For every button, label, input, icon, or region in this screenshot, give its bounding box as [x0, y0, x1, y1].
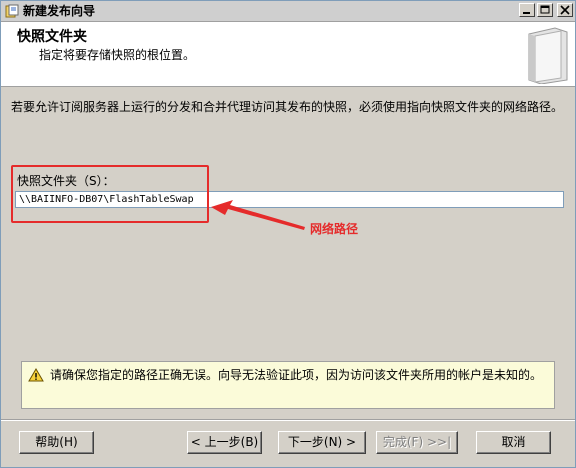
close-button[interactable] [557, 3, 573, 17]
minimize-icon [523, 12, 530, 14]
back-button[interactable]: < 上一步(B) [187, 431, 262, 454]
cancel-button[interactable]: 取消 [476, 431, 551, 454]
maximize-icon [540, 5, 550, 14]
page-subtitle: 指定将要存储快照的根位置。 [39, 48, 196, 62]
page-title: 快照文件夹 [17, 29, 87, 45]
button-separator [1, 419, 575, 421]
warning-text: 请确保您指定的路径正确无误。向导无法验证此项，因为访问该文件夹所用的帐户是未知的… [50, 368, 543, 382]
window-title: 新建发布向导 [23, 4, 96, 18]
warning-triangle-icon [28, 368, 44, 382]
wizard-header: 快照文件夹 指定将要存储快照的根位置。 [1, 22, 575, 87]
description-text: 若要允许订阅服务器上运行的分发和合并代理访问其发布的快照，必须使用指向快照文件夹… [11, 100, 564, 114]
annotation-label: 网络路径 [310, 222, 359, 236]
document-stack-icon [528, 27, 568, 84]
finish-button[interactable]: 完成(F) >>| [376, 431, 458, 454]
help-button[interactable]: 帮助(H) [19, 431, 94, 454]
highlight-box [11, 165, 209, 223]
next-button[interactable]: 下一步(N) > [278, 431, 366, 454]
maximize-button[interactable] [537, 3, 553, 17]
minimize-button[interactable] [519, 3, 535, 17]
annotation-arrow [211, 200, 305, 230]
close-icon [560, 5, 570, 15]
warning-panel: 请确保您指定的路径正确无误。向导无法验证此项，因为访问该文件夹所用的帐户是未知的… [21, 361, 555, 409]
wizard-app-icon [5, 4, 19, 18]
wizard-window: 新建发布向导 快照文件夹 指定将要存储快照的根位置。 若要允许订阅服务器上运行的… [0, 0, 576, 468]
title-bar[interactable]: 新建发布向导 [1, 1, 575, 22]
